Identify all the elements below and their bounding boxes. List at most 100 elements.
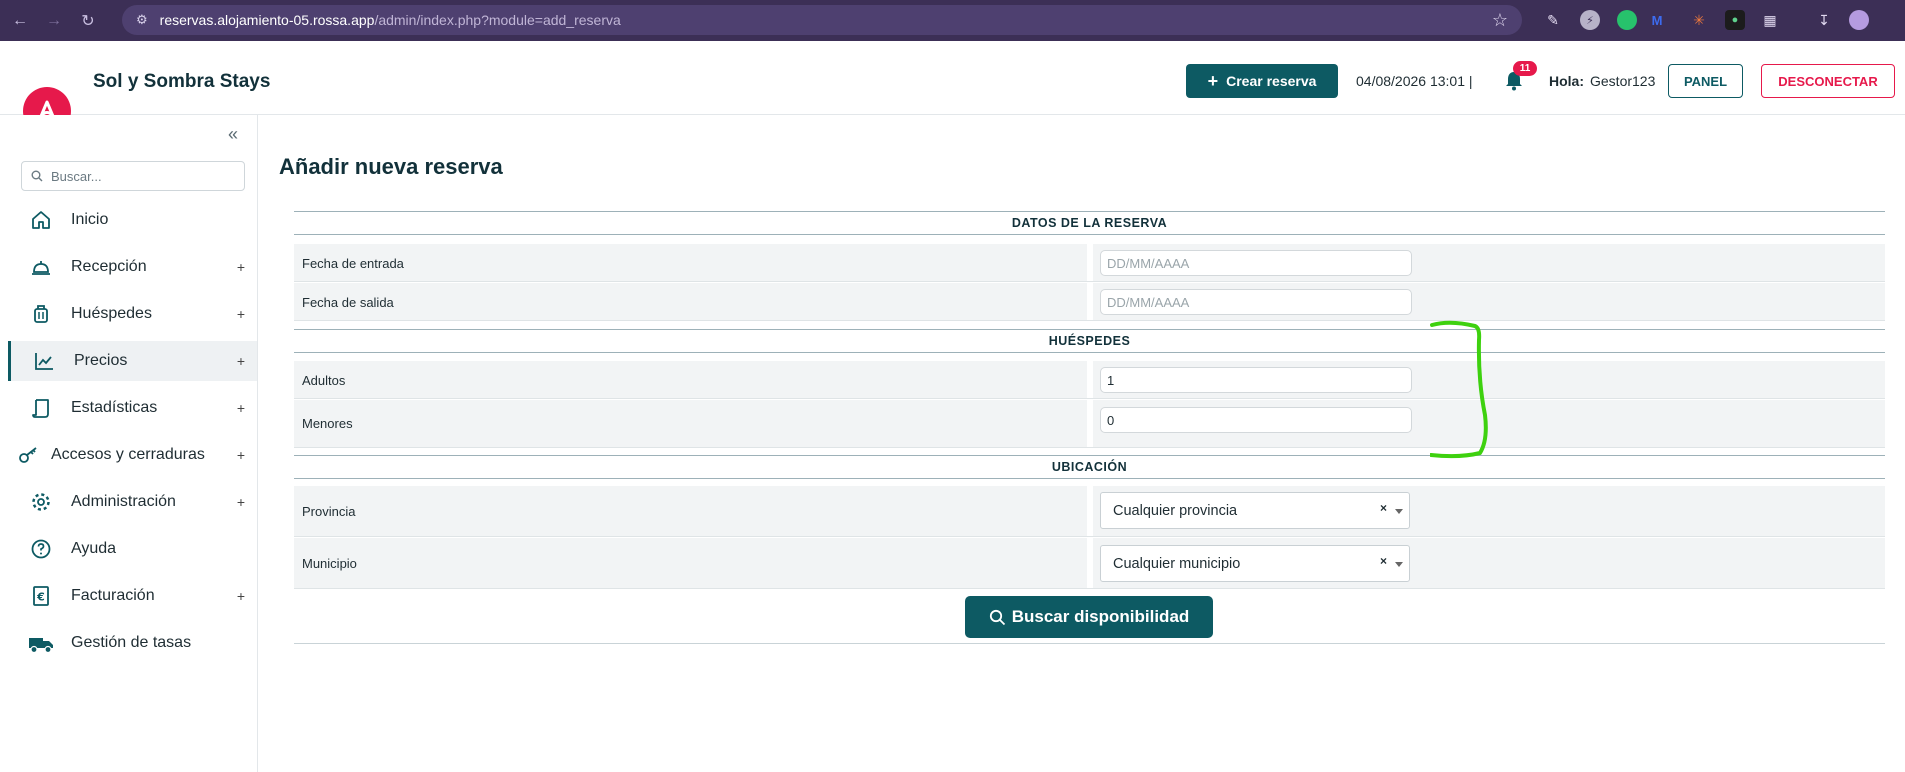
eyedropper-icon[interactable]: ✎ bbox=[1543, 10, 1563, 30]
search-availability-button[interactable]: Buscar disponibilidad bbox=[965, 596, 1213, 638]
section-header-ubicacion: UBICACIÓN bbox=[294, 455, 1885, 479]
address-bar[interactable]: ⚙ reservas.alojamiento-05.rossa.app/admi… bbox=[122, 5, 1522, 35]
sidebar-item-huespedes[interactable]: Huéspedes + bbox=[8, 294, 257, 334]
row-divider bbox=[1087, 361, 1093, 398]
menores-label: Menores bbox=[302, 416, 353, 431]
form-row-municipio: Municipio Cualquier municipio × bbox=[294, 538, 1885, 589]
sun-extension-icon[interactable]: ✳ bbox=[1689, 10, 1709, 30]
sidebar-item-tasas[interactable]: Gestión de tasas bbox=[8, 623, 257, 663]
search-availability-label: Buscar disponibilidad bbox=[1011, 607, 1190, 626]
section-header-huespedes: HUÉSPEDES bbox=[294, 329, 1885, 353]
home-icon bbox=[28, 207, 54, 233]
m-extension-icon[interactable]: M bbox=[1647, 10, 1667, 30]
sidebar-item-recepcion[interactable]: Recepción + bbox=[8, 247, 257, 287]
svg-text:€: € bbox=[36, 591, 45, 604]
search-icon bbox=[989, 609, 1005, 625]
form-row-menores: Menores 0 bbox=[294, 400, 1885, 448]
fecha-salida-input[interactable]: DD/MM/AAAA bbox=[1100, 289, 1412, 315]
expand-icon[interactable]: + bbox=[237, 259, 245, 275]
brand-name: Sol y Sombra Stays bbox=[93, 71, 271, 92]
sidebar-item-label: Precios bbox=[74, 352, 128, 369]
sidebar-item-label: Accesos y cerraduras bbox=[51, 446, 205, 463]
sidebar-item-precios[interactable]: Precios + bbox=[8, 341, 257, 381]
reload-icon[interactable]: ↻ bbox=[74, 7, 102, 35]
url-host: reservas.alojamiento-05.rossa.app bbox=[159, 12, 375, 28]
form-row-fecha-salida: Fecha de salida DD/MM/AAAA bbox=[294, 283, 1885, 321]
adultos-input[interactable]: 1 bbox=[1100, 367, 1412, 393]
expand-icon[interactable]: + bbox=[237, 400, 245, 416]
back-icon[interactable]: ← bbox=[6, 7, 34, 35]
sidebar-item-label: Administración bbox=[71, 493, 176, 510]
extensions-puzzle-icon[interactable]: ▦ bbox=[1760, 10, 1780, 30]
clear-municipio-icon[interactable]: × bbox=[1380, 554, 1387, 568]
adultos-label: Adultos bbox=[302, 373, 346, 388]
logout-button[interactable]: DESCONECTAR bbox=[1761, 64, 1895, 98]
notification-count-badge: 11 bbox=[1513, 61, 1537, 76]
key-icon bbox=[16, 442, 42, 468]
help-icon bbox=[28, 536, 54, 562]
fecha-salida-label: Fecha de salida bbox=[302, 295, 394, 310]
bookmark-star-icon[interactable]: ☆ bbox=[1492, 10, 1508, 31]
forward-icon[interactable]: → bbox=[40, 7, 68, 35]
fecha-entrada-input[interactable]: DD/MM/AAAA bbox=[1100, 250, 1412, 276]
truck-icon bbox=[28, 630, 54, 656]
annotation-bracket bbox=[1430, 320, 1488, 459]
current-datetime: 04/08/2026 13:01 | bbox=[1356, 73, 1473, 89]
row-divider bbox=[1087, 538, 1093, 588]
expand-icon[interactable]: + bbox=[237, 447, 245, 463]
sidebar-search-placeholder: Buscar... bbox=[51, 168, 102, 184]
sidebar-item-estadisticas[interactable]: Estadísticas + bbox=[8, 388, 257, 428]
row-divider bbox=[1087, 486, 1093, 536]
sidebar-item-accesos[interactable]: Accesos y cerraduras + bbox=[8, 435, 257, 475]
sidebar: « Buscar... Inicio Recepción + Huéspedes… bbox=[0, 115, 258, 772]
username: Gestor123 bbox=[1590, 73, 1656, 89]
collapse-sidebar-icon[interactable]: « bbox=[228, 124, 238, 145]
sidebar-item-label: Facturación bbox=[71, 587, 155, 604]
municipio-select[interactable]: Cualquier municipio × bbox=[1100, 545, 1410, 582]
panel-button[interactable]: PANEL bbox=[1668, 64, 1743, 98]
chart-line-icon bbox=[31, 348, 57, 374]
green-extension-icon[interactable] bbox=[1617, 10, 1637, 30]
expand-icon[interactable]: + bbox=[237, 353, 245, 369]
form-row-adultos: Adultos 1 bbox=[294, 361, 1885, 399]
clear-provincia-icon[interactable]: × bbox=[1380, 501, 1387, 515]
sidebar-item-label: Gestión de tasas bbox=[71, 634, 192, 651]
sidebar-item-label: Inicio bbox=[71, 211, 109, 228]
form-row-fecha-entrada: Fecha de entrada DD/MM/AAAA bbox=[294, 244, 1885, 282]
expand-icon[interactable]: + bbox=[237, 306, 245, 322]
sidebar-item-administracion[interactable]: Administración + bbox=[8, 482, 257, 522]
download-icon[interactable]: ↧ bbox=[1814, 10, 1834, 30]
browser-toolbar: ← → ↻ ⚙ reservas.alojamiento-05.rossa.ap… bbox=[0, 0, 1905, 41]
municipio-label: Municipio bbox=[302, 556, 357, 571]
fecha-entrada-label: Fecha de entrada bbox=[302, 256, 404, 271]
chevron-down-icon[interactable] bbox=[1395, 509, 1403, 514]
provincia-select[interactable]: Cualquier provincia × bbox=[1100, 492, 1410, 529]
form-row-provincia: Provincia Cualquier provincia × bbox=[294, 486, 1885, 537]
gear-icon bbox=[28, 489, 54, 515]
greeting-label: Hola: bbox=[1549, 73, 1584, 89]
menores-input[interactable]: 0 bbox=[1100, 407, 1412, 433]
municipio-value: Cualquier municipio bbox=[1113, 555, 1241, 572]
sidebar-item-inicio[interactable]: Inicio bbox=[8, 200, 257, 240]
create-booking-button[interactable]: + Crear reserva bbox=[1186, 64, 1338, 98]
profile-avatar[interactable] bbox=[1849, 10, 1869, 30]
expand-icon[interactable]: + bbox=[237, 588, 245, 604]
expand-icon[interactable]: + bbox=[237, 494, 245, 510]
url-path: /admin/index.php?module=add_reserva bbox=[374, 12, 621, 28]
sidebar-item-facturacion[interactable]: € Facturación + bbox=[8, 576, 257, 616]
sidebar-search-input[interactable]: Buscar... bbox=[21, 161, 245, 191]
chevron-down-icon[interactable] bbox=[1395, 562, 1403, 567]
sidebar-item-label: Ayuda bbox=[71, 540, 117, 557]
scroll-icon bbox=[28, 395, 54, 421]
row-divider bbox=[1087, 244, 1093, 281]
bolt-extension-icon[interactable]: ⚡ bbox=[1580, 10, 1600, 30]
create-booking-label: Crear reserva bbox=[1226, 73, 1317, 89]
page-title: Añadir nueva reserva bbox=[279, 154, 503, 179]
user-greeting: Hola: Gestor123 bbox=[1549, 73, 1655, 89]
site-settings-icon[interactable]: ⚙ bbox=[136, 12, 148, 28]
shield-extension-icon[interactable]: ● bbox=[1725, 10, 1745, 30]
sidebar-item-ayuda[interactable]: Ayuda bbox=[8, 529, 257, 569]
sidebar-item-label: Huéspedes bbox=[71, 305, 152, 322]
row-divider bbox=[1087, 400, 1093, 447]
provincia-label: Provincia bbox=[302, 504, 356, 519]
